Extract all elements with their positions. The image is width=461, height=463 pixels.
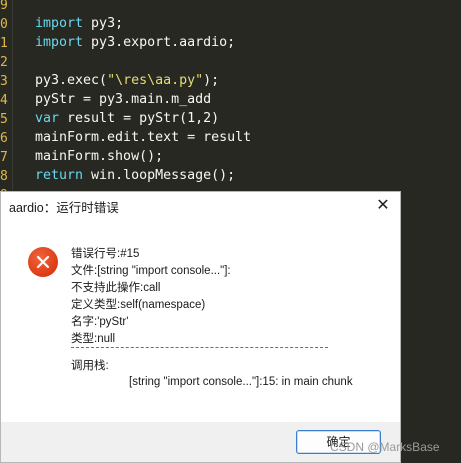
- line-number: 6: [0, 131, 8, 146]
- line-number: 0: [0, 17, 8, 32]
- code-string: "\res\aa.py": [107, 73, 204, 88]
- error-name: 名字:'pyStr': [71, 316, 129, 328]
- code-line: return win.loopMessage();: [35, 166, 235, 185]
- code-line: var result = pyStr(1,2): [35, 109, 219, 128]
- line-number: 7: [0, 150, 8, 165]
- code-line: mainForm.edit.text = result: [35, 128, 251, 147]
- line-number: 5: [0, 112, 8, 127]
- code-token: mainForm.show();: [35, 149, 164, 164]
- line-number: 1: [0, 36, 8, 51]
- line-number: 8: [0, 169, 8, 184]
- code-token: py3;: [83, 16, 124, 31]
- code-line: py3.exec("\res\aa.py");: [35, 71, 219, 90]
- line-number: 9: [0, 0, 8, 13]
- error-dialog: aardio：运行时错误 ✕ 错误行号:#15 文件:[string "impo…: [0, 191, 401, 463]
- code-keyword: import: [35, 35, 84, 50]
- line-number-gutter: 90123456789: [0, 0, 13, 203]
- code-token: win.loopMessage();: [83, 168, 236, 183]
- error-definition-type: 定义类型:self(namespace): [71, 299, 206, 311]
- code-keyword: import: [35, 16, 84, 31]
- error-operation: 不支持此操作:call: [71, 282, 161, 294]
- error-line-number: 错误行号:#15: [71, 248, 140, 260]
- code-line: import py3;: [35, 14, 123, 33]
- close-icon[interactable]: ✕: [376, 195, 389, 214]
- code-token: py3.export.aardio;: [83, 35, 236, 50]
- code-keyword: var: [35, 111, 60, 126]
- close-button[interactable]: ✕: [372, 194, 394, 216]
- error-type: 类型:null: [71, 333, 116, 345]
- code-line: import py3.export.aardio;: [35, 33, 235, 52]
- code-line: mainForm.show();: [35, 147, 163, 166]
- code-token: pyStr = py3.main.m_add: [35, 92, 212, 107]
- message-separator: [71, 347, 328, 348]
- code-line: pyStr = py3.main.m_add: [35, 90, 211, 109]
- code-keyword: return: [35, 168, 84, 183]
- dialog-titlebar[interactable]: aardio：运行时错误 ✕: [1, 192, 400, 218]
- dialog-content: [7, 218, 396, 422]
- dialog-title: aardio：运行时错误: [9, 201, 119, 215]
- code-token: result = pyStr(1,2): [59, 111, 220, 126]
- line-number: 3: [0, 74, 8, 89]
- line-number: 2: [0, 55, 8, 70]
- error-icon: [28, 247, 58, 277]
- code-token: mainForm.edit.text = result: [35, 130, 252, 145]
- call-stack-entry: [string "import console..."]:15: in main…: [129, 376, 353, 388]
- watermark: CSDN @MarksBase: [330, 440, 440, 454]
- line-number: 4: [0, 93, 8, 108]
- code-token: py3.exec(: [35, 73, 108, 88]
- code-token: );: [203, 73, 220, 88]
- error-file: 文件:[string "import console..."]:: [71, 265, 231, 277]
- call-stack-label: 调用栈:: [71, 360, 109, 372]
- code-editor[interactable]: 90123456789 import py3;import py3.export…: [0, 0, 461, 203]
